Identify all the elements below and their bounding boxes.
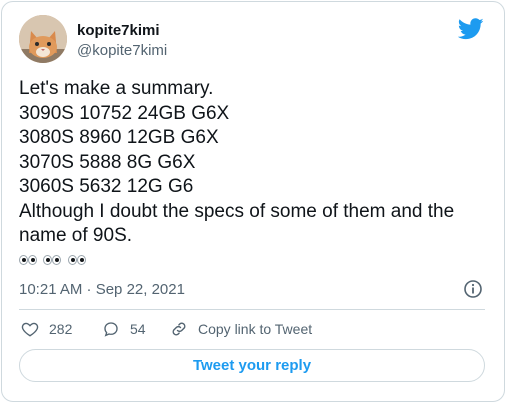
reply-bubble-icon [104, 322, 118, 337]
eyes-emoji-icon [43, 251, 62, 269]
tweet-your-reply-button[interactable]: Tweet your reply [19, 349, 485, 382]
tweet-line: 3070S 5888 8G G6X [19, 151, 196, 173]
link-icon [172, 322, 186, 336]
tweet-line: 3090S 10752 24GB G6X [19, 102, 230, 124]
avatar[interactable] [19, 15, 67, 63]
copy-link-button[interactable]: Copy link to Tweet [170, 318, 312, 340]
twitter-bird-icon[interactable] [458, 18, 484, 40]
reply-action[interactable]: 54 [102, 318, 146, 340]
tweet-line: 3080S 8960 12GB G6X [19, 127, 219, 148]
eyes-emoji-icon [19, 251, 37, 269]
reply-button-label: Tweet your reply [192, 357, 312, 374]
handle[interactable]: @kopite7kimi [77, 41, 167, 61]
like-count: 282 [49, 321, 73, 337]
tweet-timestamp[interactable]: 10:21 AM · Sep 22, 2021 [19, 280, 185, 300]
tweet-line: 3060S 5632 12G G6 [19, 176, 194, 197]
eyes-emoji-row [19, 251, 88, 267]
display-name[interactable]: kopite7kimi [77, 21, 160, 41]
info-icon[interactable] [463, 279, 483, 299]
copy-link-label: Copy link to Tweet [198, 321, 313, 337]
tweet-line: Although I doubt the specs of some of th… [19, 200, 455, 247]
tweet-text: Let's make a summary. 3090S 10752 24GB G… [19, 77, 489, 249]
reply-count: 54 [130, 321, 146, 337]
tweet-line: Let's make a summary. [19, 78, 214, 99]
eyes-emoji-icon [67, 251, 86, 269]
cat-avatar-icon [19, 15, 67, 63]
like-button[interactable]: 282 [21, 318, 72, 340]
divider [19, 309, 485, 310]
heart-icon [21, 322, 39, 337]
